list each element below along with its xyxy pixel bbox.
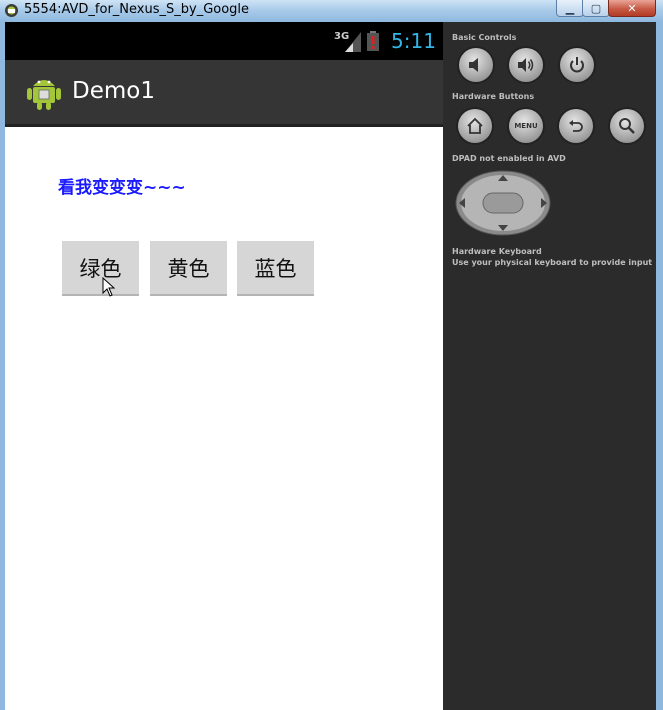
close-button[interactable]: ✕ xyxy=(608,0,656,17)
blue-button[interactable]: 蓝色 xyxy=(237,241,314,296)
close-icon: ✕ xyxy=(627,1,637,15)
status-clock: 5:11 xyxy=(391,29,436,53)
search-icon xyxy=(619,118,635,134)
dpad-control[interactable] xyxy=(455,170,551,236)
emulator-app-icon xyxy=(5,4,18,17)
green-button[interactable]: 绿色 xyxy=(62,241,139,296)
action-bar: Demo1 xyxy=(5,60,443,127)
emulator-controls-panel: Basic Controls Hardware Buttons MENU DPA… xyxy=(443,22,656,710)
search-button[interactable] xyxy=(610,109,644,143)
maximize-button[interactable]: ▢ xyxy=(582,0,610,17)
home-button[interactable] xyxy=(458,109,492,143)
menu-label: MENU xyxy=(514,122,538,130)
home-icon xyxy=(467,117,483,134)
signal-strength-icon xyxy=(345,32,361,52)
volume-up-button[interactable] xyxy=(509,48,543,82)
volume-down-icon xyxy=(469,58,478,72)
volume-up-icon xyxy=(518,58,534,72)
minimize-icon: ▁ xyxy=(565,1,575,15)
yellow-button[interactable]: 黄色 xyxy=(150,241,227,296)
back-button[interactable] xyxy=(559,109,593,143)
activity-content: 看我变变变~~~ 绿色 黄色 蓝色 xyxy=(5,127,443,710)
power-button[interactable] xyxy=(560,48,594,82)
keyboard-hint: Hardware Keyboard Use your physical keyb… xyxy=(452,246,652,268)
menu-button[interactable]: MENU xyxy=(509,109,543,143)
window-frame-right xyxy=(656,22,663,710)
keyboard-label: Hardware Keyboard xyxy=(452,247,542,256)
basic-controls-label: Basic Controls xyxy=(452,33,517,42)
volume-down-button[interactable] xyxy=(459,48,493,82)
power-icon xyxy=(570,57,584,73)
window-titlebar[interactable]: 5554:AVD_for_Nexus_S_by_Google ▁ ▢ ✕ xyxy=(0,0,663,22)
device-screen[interactable]: 3G 5:11 Demo1 看我变变变~~~ 绿色 黄色 蓝色 xyxy=(5,22,443,710)
window-title: 5554:AVD_for_Nexus_S_by_Google xyxy=(24,2,250,17)
maximize-icon: ▢ xyxy=(590,1,602,15)
status-bar: 3G 5:11 xyxy=(5,22,443,60)
battery-alert-icon xyxy=(367,31,379,51)
android-app-icon xyxy=(27,80,61,110)
back-icon xyxy=(569,120,583,132)
app-title: Demo1 xyxy=(72,78,155,104)
hardware-buttons-label: Hardware Buttons xyxy=(452,92,535,101)
dpad-label: DPAD not enabled in AVD xyxy=(452,154,566,163)
headline-text: 看我变变变~~~ xyxy=(58,178,186,198)
minimize-button[interactable]: ▁ xyxy=(556,0,584,17)
keyboard-hint-text: Use your physical keyboard to provide in… xyxy=(452,258,653,267)
mouse-pointer-icon xyxy=(102,277,116,297)
